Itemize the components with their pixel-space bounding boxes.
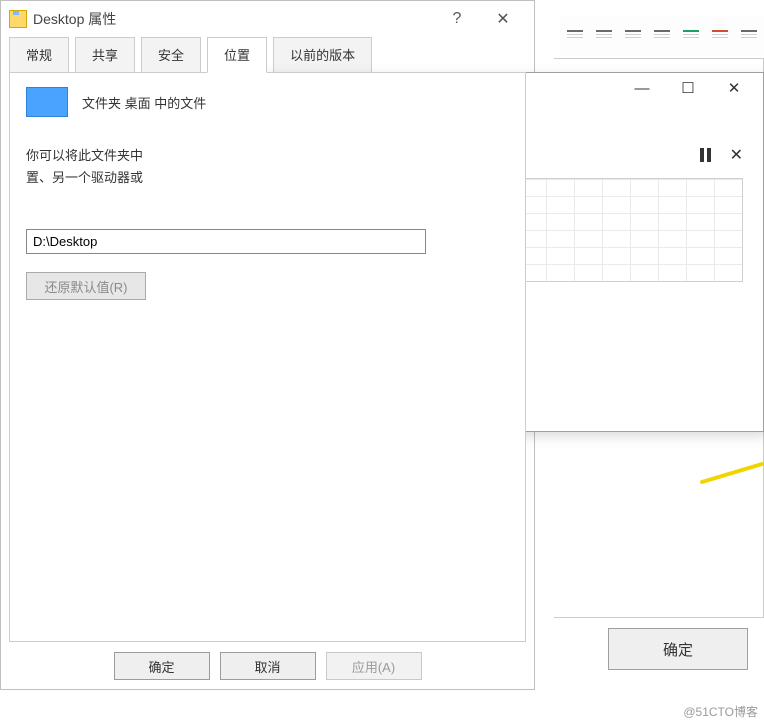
location-path-input[interactable] [26,229,426,254]
align-center-icon[interactable] [596,30,612,42]
apply-button: 应用(A) [326,652,422,680]
close-icon[interactable]: ✕ [711,74,757,102]
align-justify-icon[interactable] [654,30,670,42]
tab-security[interactable]: 安全 [141,37,201,73]
desktop-properties-window: Desktop 属性 ? ✕ 常规 共享 安全 位置 以前的版本 文件夹 桌面 … [0,0,535,690]
pause-button[interactable] [700,148,712,162]
align-right-icon[interactable] [625,30,641,42]
tab-previous-versions[interactable]: 以前的版本 [273,37,372,73]
watermark: @51CTO博客 [683,703,758,720]
folder-icon [9,10,27,28]
align-left-icon[interactable] [567,30,583,42]
align-green-icon[interactable] [683,30,699,42]
restore-default-button[interactable]: 还原默认值(R) [26,272,146,300]
tab-location-panel: 文件夹 桌面 中的文件 你可以将此文件夹中 置、另一个驱动器或 还原默认值(R) [9,72,526,642]
location-description: 你可以将此文件夹中 置、另一个驱动器或 [26,145,509,189]
location-header-text: 文件夹 桌面 中的文件 [82,93,206,112]
properties-titlebar: Desktop 属性 ? ✕ [1,1,534,37]
help-icon[interactable]: ? [434,4,480,34]
cancel-button[interactable]: 取消 [220,652,316,680]
window-title: Desktop 属性 [33,9,116,29]
tab-location[interactable]: 位置 [207,37,267,73]
properties-tabs: 常规 共享 安全 位置 以前的版本 [1,37,534,73]
maximize-icon[interactable]: ☐ [665,74,711,102]
minimize-icon[interactable]: — [619,74,665,102]
tab-sharing[interactable]: 共享 [75,37,135,73]
background-ribbon [560,16,764,56]
align-red-icon[interactable] [712,30,728,42]
ribbon-align-icons [560,16,764,56]
close-icon[interactable]: ✕ [480,4,526,34]
yellow-highlight-stroke [700,460,764,490]
background-ok-button[interactable]: 确定 [608,628,748,670]
align-extra-icon[interactable] [741,30,757,42]
dialog-button-row: 确定 取消 应用(A) [1,642,534,692]
ok-button[interactable]: 确定 [114,652,210,680]
cancel-copy-button[interactable]: ✕ [730,145,743,165]
tab-general[interactable]: 常规 [9,37,69,73]
desktop-folder-icon [26,87,68,117]
